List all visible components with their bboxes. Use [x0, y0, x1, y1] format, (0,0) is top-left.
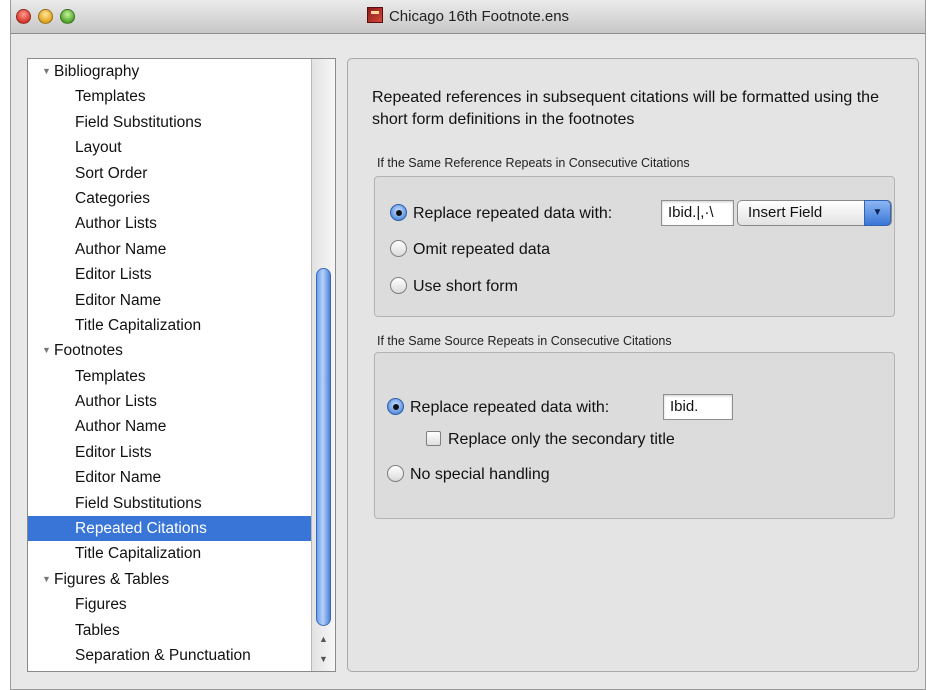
sidebar-row-label: Figures & Tables — [54, 570, 170, 588]
sidebar-item-row[interactable]: Editor Lists — [28, 440, 311, 465]
sidebar-row-label: Editor Name — [75, 469, 162, 487]
sidebar-item-row[interactable]: Editor Name — [28, 288, 311, 313]
sidebar-row-label: Tables — [75, 621, 120, 639]
replace-label-2: Replace repeated data with: — [410, 399, 610, 416]
same-reference-group-label: If the Same Reference Repeats in Consecu… — [377, 156, 690, 170]
sidebar-row-label: Sort Order — [75, 164, 148, 182]
insert-field-label: Insert Field — [748, 204, 823, 221]
use-short-form-radio[interactable]: Use short form — [390, 277, 518, 297]
repeated-citations-panel: Repeated references in subsequent citati… — [347, 58, 919, 672]
replace-data-field-2[interactable]: Ibid. — [663, 394, 733, 420]
replace-repeated-data-radio-1[interactable]: Replace repeated data with: — [390, 204, 612, 224]
no-special-handling-label: No special handling — [410, 466, 550, 483]
scrollbar-thumb[interactable] — [316, 268, 331, 626]
radio-unselected-icon — [390, 277, 407, 294]
sidebar-row-label: Field Substitutions — [75, 494, 202, 512]
sidebar-item-row[interactable]: Editor Lists — [28, 262, 311, 287]
sidebar-row-label: Separation & Punctuation — [75, 646, 251, 664]
sidebar-item-row[interactable]: Sort Order — [28, 161, 311, 186]
sidebar-item-row[interactable]: Templates — [28, 364, 311, 389]
radio-selected-icon — [387, 398, 404, 415]
sidebar-row-label: Title Capitalization — [75, 316, 202, 334]
sidebar-group-row[interactable]: ▼ Bibliography — [28, 59, 311, 84]
sidebar-item-row[interactable]: Layout — [28, 135, 311, 160]
sidebar-item-row[interactable]: Field Substitutions — [28, 491, 311, 516]
short-form-label: Use short form — [413, 278, 518, 295]
omit-repeated-data-radio[interactable]: Omit repeated data — [390, 240, 550, 260]
omit-label: Omit repeated data — [413, 241, 550, 258]
sidebar-row-label: Categories — [75, 189, 150, 207]
window-title: Chicago 16th Footnote.ens — [11, 7, 925, 25]
sidebar-row-label: Templates — [75, 367, 146, 385]
sidebar-row-label: Editor Lists — [75, 443, 152, 461]
sidebar-item-row[interactable]: Author Name — [28, 237, 311, 262]
sidebar-row-label: Bibliography — [54, 63, 140, 80]
sidebar-row-label: Title Capitalization — [75, 545, 202, 563]
disclosure-triangle-icon[interactable]: ▼ — [42, 59, 51, 84]
scroll-up-arrow-icon[interactable]: ▲ — [312, 629, 335, 649]
title-bar: Chicago 16th Footnote.ens — [11, 0, 925, 34]
replace-repeated-data-radio-2[interactable]: Replace repeated data with: — [387, 398, 609, 418]
window-title-text: Chicago 16th Footnote.ens — [388, 8, 570, 25]
disclosure-triangle-icon[interactable]: ▼ — [42, 567, 51, 592]
endnote-style-document-icon — [366, 7, 383, 23]
sidebar-group-row[interactable]: ▼ Footnotes — [28, 338, 311, 363]
sidebar-group-row[interactable]: ▼ Figures & Tables — [28, 567, 311, 592]
radio-selected-icon — [390, 204, 407, 221]
same-reference-group-box: Replace repeated data with: Ibid.|,·\ In… — [374, 176, 895, 317]
sidebar-item-row[interactable]: Title Capitalization — [28, 313, 311, 338]
list-scrollbar[interactable]: ▲ ▼ — [311, 59, 335, 671]
sidebar-item-row[interactable]: Author Lists — [28, 211, 311, 236]
sidebar-row-label: Figures — [75, 596, 127, 614]
checkbox-unchecked-icon — [426, 431, 441, 446]
section-list-rows: ▼ Bibliography Templates Field Substitution… — [28, 59, 311, 668]
style-sections-list[interactable]: ▼ Bibliography Templates Field Substitution… — [27, 58, 336, 672]
sidebar-item-row[interactable]: Author Name — [28, 414, 311, 439]
no-special-handling-radio[interactable]: No special handling — [387, 465, 550, 485]
sidebar-row-label: Layout — [75, 139, 122, 157]
radio-unselected-icon — [387, 465, 404, 482]
sidebar-item-row[interactable]: Tables — [28, 618, 311, 643]
insert-field-popup[interactable]: Insert Field ▼ — [737, 200, 892, 226]
replace-secondary-title-checkbox[interactable]: Replace only the secondary title — [426, 430, 675, 450]
sidebar-row-label: Editor Name — [75, 291, 162, 309]
sidebar-item-row[interactable]: Field Substitutions — [28, 110, 311, 135]
replace-label-1: Replace repeated data with: — [413, 205, 613, 222]
sidebar-row-label: Editor Lists — [75, 266, 152, 284]
sidebar-row-label: Field Substitutions — [75, 113, 202, 131]
radio-unselected-icon — [390, 240, 407, 257]
sidebar-row-label: Footnotes — [54, 342, 123, 360]
sidebar-row-label: Repeated Citations — [75, 520, 207, 538]
sidebar-row-label: Author Name — [75, 418, 167, 436]
sidebar-row-label: Author Lists — [75, 393, 157, 411]
sidebar-row-label: Author Name — [75, 240, 167, 258]
replace-data-field-1[interactable]: Ibid.|,·\ — [661, 200, 734, 226]
panel-description: Repeated references in subsequent citati… — [372, 89, 879, 128]
sidebar-item-row[interactable]: Templates — [28, 84, 311, 109]
sidebar-item-row[interactable]: Repeated Citations — [28, 516, 311, 542]
scroll-down-arrow-icon[interactable]: ▼ — [312, 649, 335, 669]
same-source-group-label: If the Same Source Repeats in Consecutiv… — [377, 334, 672, 348]
sidebar-item-row[interactable]: Editor Name — [28, 465, 311, 490]
popup-chevron-down-icon: ▼ — [864, 200, 891, 226]
sidebar-item-row[interactable]: Author Lists — [28, 389, 311, 414]
sidebar-item-row[interactable]: Title Capitalization — [28, 541, 311, 566]
sidebar-row-label: Author Lists — [75, 215, 157, 233]
same-source-group-box: Replace repeated data with: Ibid. Replac… — [374, 352, 895, 519]
sidebar-item-row[interactable]: Separation & Punctuation — [28, 643, 311, 668]
disclosure-triangle-icon[interactable]: ▼ — [42, 338, 51, 363]
sidebar-item-row[interactable]: Figures — [28, 592, 311, 617]
secondary-title-label: Replace only the secondary title — [448, 431, 675, 448]
sidebar-item-row[interactable]: Categories — [28, 186, 311, 211]
sidebar-row-label: Templates — [75, 88, 146, 106]
